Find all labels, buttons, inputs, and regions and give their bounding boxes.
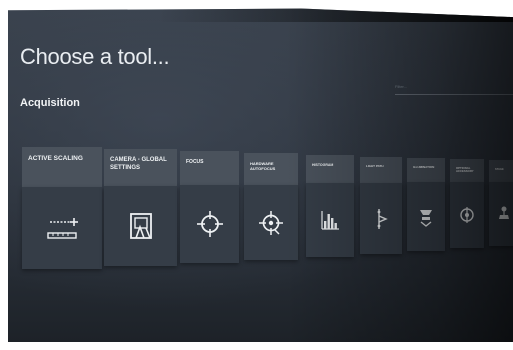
tool-tile-optional-accessory[interactable]: OPTIONAL ACCESSORY: [450, 159, 484, 248]
tool-tile-stage[interactable]: STAGE: [489, 160, 513, 246]
tool-tile-active-scaling[interactable]: ACTIVE SCALING: [22, 147, 102, 269]
tool-tile-body: [489, 182, 513, 246]
tool-tile-body: [104, 186, 177, 266]
tool-tile-header: STAGE: [489, 160, 513, 182]
scale-ruler-icon: [47, 218, 78, 239]
tool-tile-light-path[interactable]: LIGHT PATH: [360, 157, 402, 254]
tool-tile-body: [306, 183, 354, 257]
tool-tile-body: [450, 182, 484, 248]
tool-tile-body: [180, 185, 239, 263]
camera-settings-icon: [129, 213, 152, 239]
tool-tile-header: HARDWARE AUTOFOCUS: [244, 153, 298, 185]
autofocus-crosshair-icon: [259, 210, 283, 235]
tool-tile-label: STAGE: [495, 168, 504, 171]
crosshair-icon: [196, 211, 223, 237]
tool-tile-label: ACTIVE SCALING: [28, 155, 83, 162]
tool-tile-label: CAMERA - GLOBAL SETTINGS: [110, 157, 167, 171]
tool-tile-illumination[interactable]: ILLUMINATION: [407, 158, 445, 251]
tool-tile-header: ACTIVE SCALING: [22, 147, 102, 187]
histogram-icon: [321, 211, 339, 230]
light-path-icon: [377, 208, 388, 229]
tool-tile-header: FOCUS: [180, 151, 239, 185]
tool-tile-body: [22, 187, 102, 269]
tool-tile-hardware-autofocus[interactable]: HARDWARE AUTOFOCUS: [244, 153, 298, 260]
accessory-icon: [460, 207, 474, 223]
tool-tile-histogram[interactable]: HISTOGRAM: [306, 155, 354, 257]
section-heading-acquisition: Acquisition: [20, 97, 80, 109]
tool-tile-label: HARDWARE AUTOFOCUS: [250, 161, 276, 171]
tool-tile-header: HISTOGRAM: [306, 155, 354, 183]
tool-tile-body: [244, 185, 298, 260]
tool-tile-camera-global-settings[interactable]: CAMERA - GLOBAL SETTINGS: [104, 149, 177, 266]
tool-tile-label: ILLUMINATION: [413, 165, 435, 169]
tool-tile-label: HISTOGRAM: [312, 163, 334, 167]
tool-tile-header: ILLUMINATION: [407, 158, 445, 182]
tool-tile-body: [407, 182, 445, 251]
screen-bezel-shadow: [8, 8, 513, 22]
tool-tile-header: OPTIONAL ACCESSORY: [450, 159, 484, 182]
tool-tile-label: FOCUS: [186, 159, 204, 165]
tool-tile-body: [360, 183, 402, 254]
monitor-screen: Choose a tool... Acquisition Filter... A…: [8, 8, 513, 342]
search-input[interactable]: Filter...: [395, 80, 513, 95]
tool-tile-label: LIGHT PATH: [366, 164, 384, 168]
tool-tile-focus[interactable]: FOCUS: [180, 151, 239, 263]
illumination-icon: [420, 209, 432, 227]
tool-tile-header: CAMERA - GLOBAL SETTINGS: [104, 149, 177, 186]
page-title: Choose a tool...: [20, 44, 170, 69]
stage-icon: [499, 206, 509, 219]
tool-tile-header: LIGHT PATH: [360, 157, 402, 183]
tool-tile-label: OPTIONAL ACCESSORY: [456, 166, 474, 174]
